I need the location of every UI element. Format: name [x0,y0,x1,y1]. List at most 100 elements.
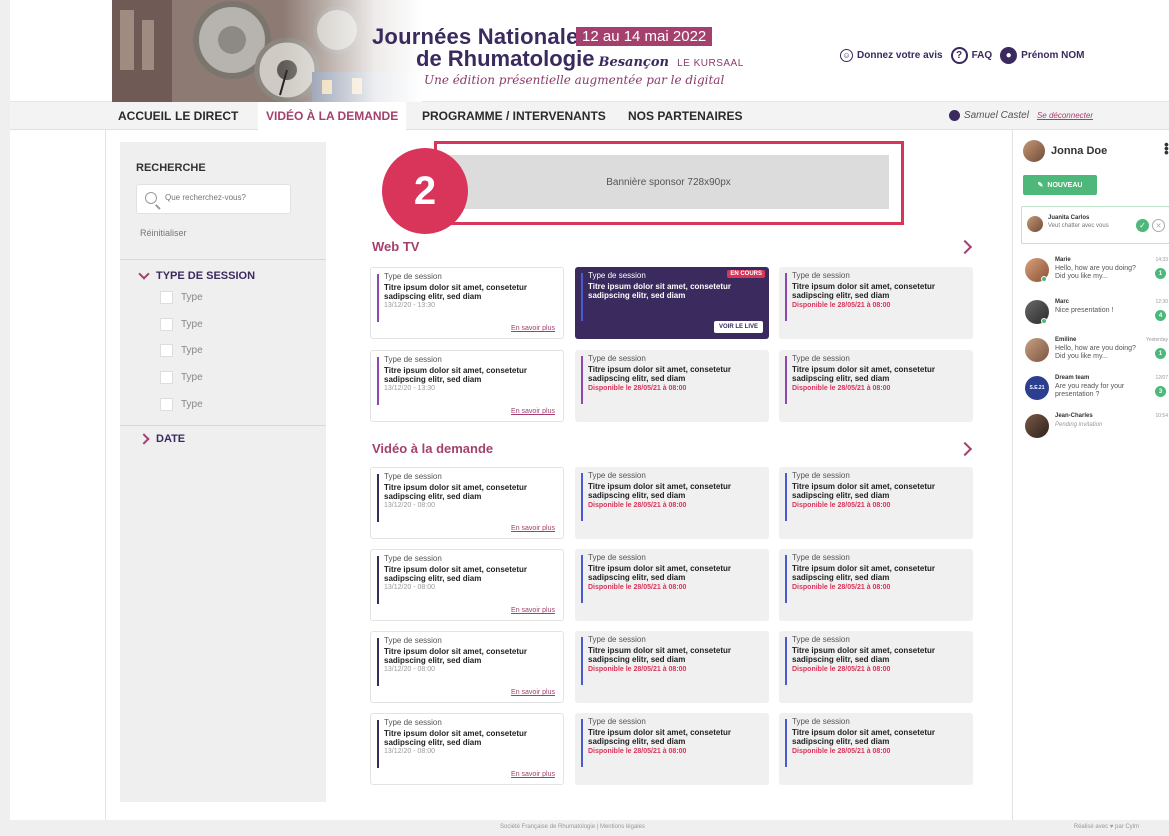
session-card[interactable]: Type de session Titre ipsum dolor sit ame… [370,549,564,621]
unread-count: 1 [1155,268,1166,279]
session-card-live[interactable]: Type de session EN COURS Titre ipsum dol… [575,267,769,339]
chat-panel: Jonna Doe • • • ✎ NOUVEAU Juanita Carlos V… [1012,130,1169,820]
chat-me-name: Jonna Doe [1051,145,1108,157]
card-type: Type de session [384,355,442,364]
session-card[interactable]: Type de session Titre ipsum dolor sit ame… [370,631,564,703]
live-badge: EN COURS [727,270,765,278]
card-availability: Disponible le 28/05/21 à 08:00 [792,502,891,509]
session-card[interactable]: Type de session Titre ipsum dolor sit am… [370,267,564,339]
more-options-icon[interactable]: • • • [1164,137,1169,159]
watch-live-button[interactable]: VOIR LE LIVE [713,321,763,333]
accept-icon[interactable]: ✓ [1136,219,1149,232]
online-indicator [1041,318,1047,324]
nav-item-video-demande[interactable]: VIDÉO À LA DEMANDE [258,102,407,130]
session-card[interactable]: Type de session Titre ipsum dolor sit ame… [575,467,769,539]
card-availability: Disponible le 28/05/21 à 08:00 [588,666,687,673]
session-card[interactable]: Type de session Titre ipsum dolor sit ame… [370,467,564,539]
card-title: Titre ipsum dolor sit amet, consetetur s… [384,366,527,384]
card-title: Titre ipsum dolor sit amet, consetetur s… [588,365,731,383]
checkbox[interactable] [160,344,173,357]
nav-item-accueil[interactable]: ACCUEIL [118,102,171,130]
divider [120,425,326,426]
footer-legal[interactable]: Société Française de Rhumatologie | Ment… [500,824,645,830]
nav-item-partenaires[interactable]: NOS PARTENAIRES [628,102,742,130]
filter-date-label: DATE [156,433,186,445]
more-link[interactable]: En savoir plus [511,607,555,614]
session-card[interactable]: Type de session Titre ipsum dolor sit am… [779,350,973,422]
checkbox-label: Type [181,399,203,410]
filter-date-toggle[interactable]: DATE [138,433,186,445]
type-checkbox-3[interactable]: Type [160,344,203,357]
card-availability: Disponible le 28/05/21 à 08:00 [588,584,687,591]
accent-bar [785,719,787,767]
session-card[interactable]: Type de session Titre ipsum dolor sit am… [575,350,769,422]
footer-credit: Réalisé avec ♥ par Cylm [1073,824,1139,830]
unread-count: 1 [1155,348,1166,359]
card-title: Titre ipsum dolor sit amet, consetetur s… [384,283,527,301]
pencil-icon: ✎ [1037,182,1044,189]
conversation-item[interactable]: Emiline Hello, how are you doing? Did yo… [1021,336,1169,372]
checkbox[interactable] [160,371,173,384]
logout-link[interactable]: Se déconnecter [1037,111,1093,120]
session-card[interactable]: Type de session Titre ipsum dolor sit ame… [779,467,973,539]
faq-link[interactable]: ? FAQ [950,47,992,64]
checkbox[interactable] [160,398,173,411]
conversation-preview: Hello, how are you doing? Did you like m… [1055,345,1136,360]
session-card[interactable]: Type de session Titre ipsum dolor sit ame… [779,631,973,703]
more-link[interactable]: En savoir plus [511,408,555,415]
filter-type-session-toggle[interactable]: TYPE DE SESSION [138,268,256,282]
account-link[interactable]: ● Prénom NOM [1000,47,1085,64]
session-card[interactable]: Type de session Titre ipsum dolor sit ame… [575,631,769,703]
more-link[interactable]: En savoir plus [511,771,555,778]
type-checkbox-5[interactable]: Type [160,398,203,411]
card-title: Titre ipsum dolor sit amet, consetetur s… [792,646,935,664]
nav-item-le-direct[interactable]: LE DIRECT [175,102,238,130]
more-link[interactable]: En savoir plus [511,525,555,532]
more-link[interactable]: En savoir plus [511,689,555,696]
unread-count: 3 [1155,386,1166,397]
card-date: 13/12/20 - 13:30 [384,385,435,392]
nav-item-programme[interactable]: PROGRAMME / INTERVENANTS [422,102,606,130]
conversation-time: 10:54 [1155,413,1168,419]
site-footer: Société Française de Rhumatologie | Ment… [10,820,1169,836]
checkbox[interactable] [160,291,173,304]
type-checkbox-4[interactable]: Type [160,371,203,384]
conversation-item[interactable]: Marie Hello, how are you doing? Did you … [1021,256,1169,292]
type-checkbox-2[interactable]: Type [160,318,203,331]
card-type: Type de session [588,271,646,280]
conversation-preview: Nice presentation ! [1055,307,1114,314]
new-chat-button[interactable]: ✎ NOUVEAU [1023,175,1097,195]
reset-link[interactable]: Réinitialiser [140,228,187,238]
search-icon [145,192,157,204]
smiley-icon: ☺ [840,49,853,62]
session-card[interactable]: Type de session Titre ipsum dolor sit ame… [575,713,769,785]
step-number-badge: 2 [382,148,468,234]
checkbox-label: Type [181,292,203,303]
nav-user-name: Samuel Castel [963,110,1029,121]
hero-gears-image [112,0,422,102]
accent-bar [377,556,379,604]
search-input[interactable] [165,193,285,202]
search-box [136,184,291,214]
more-link[interactable]: En savoir plus [511,325,555,332]
session-card[interactable]: Type de session Titre ipsum dolor sit am… [370,350,564,422]
type-checkbox-1[interactable]: Type [160,291,203,304]
session-card[interactable]: Type de session Titre ipsum dolor sit ame… [779,549,973,621]
session-card[interactable]: Type de session Titre ipsum dolor sit am… [779,267,973,339]
chevron-down-icon [138,268,150,280]
conversation-item[interactable]: Marc Nice presentation ! 12:30 4 [1021,298,1169,334]
conversation-item[interactable]: Jean-Charles Pending invitation 10:54 [1021,412,1169,448]
card-date: 13/12/20 - 08:00 [384,584,435,591]
accent-bar [785,637,787,685]
session-card[interactable]: Type de session Titre ipsum dolor sit ame… [370,713,564,785]
conversation-item[interactable]: S.E.21 Dream team Are you ready for your… [1021,374,1169,410]
checkbox[interactable] [160,318,173,331]
feedback-link[interactable]: ☺ Donnez votre avis [840,49,943,62]
filter-type-session-label: TYPE DE SESSION [156,270,256,282]
card-title: Titre ipsum dolor sit amet, consetetur s… [792,365,935,383]
conversation-preview: Are you ready for your presentation ? [1055,383,1125,398]
session-card[interactable]: Type de session Titre ipsum dolor sit ame… [575,549,769,621]
decline-icon[interactable]: ✕ [1152,219,1165,232]
search-title: RECHERCHE [136,162,206,174]
session-card[interactable]: Type de session Titre ipsum dolor sit ame… [779,713,973,785]
